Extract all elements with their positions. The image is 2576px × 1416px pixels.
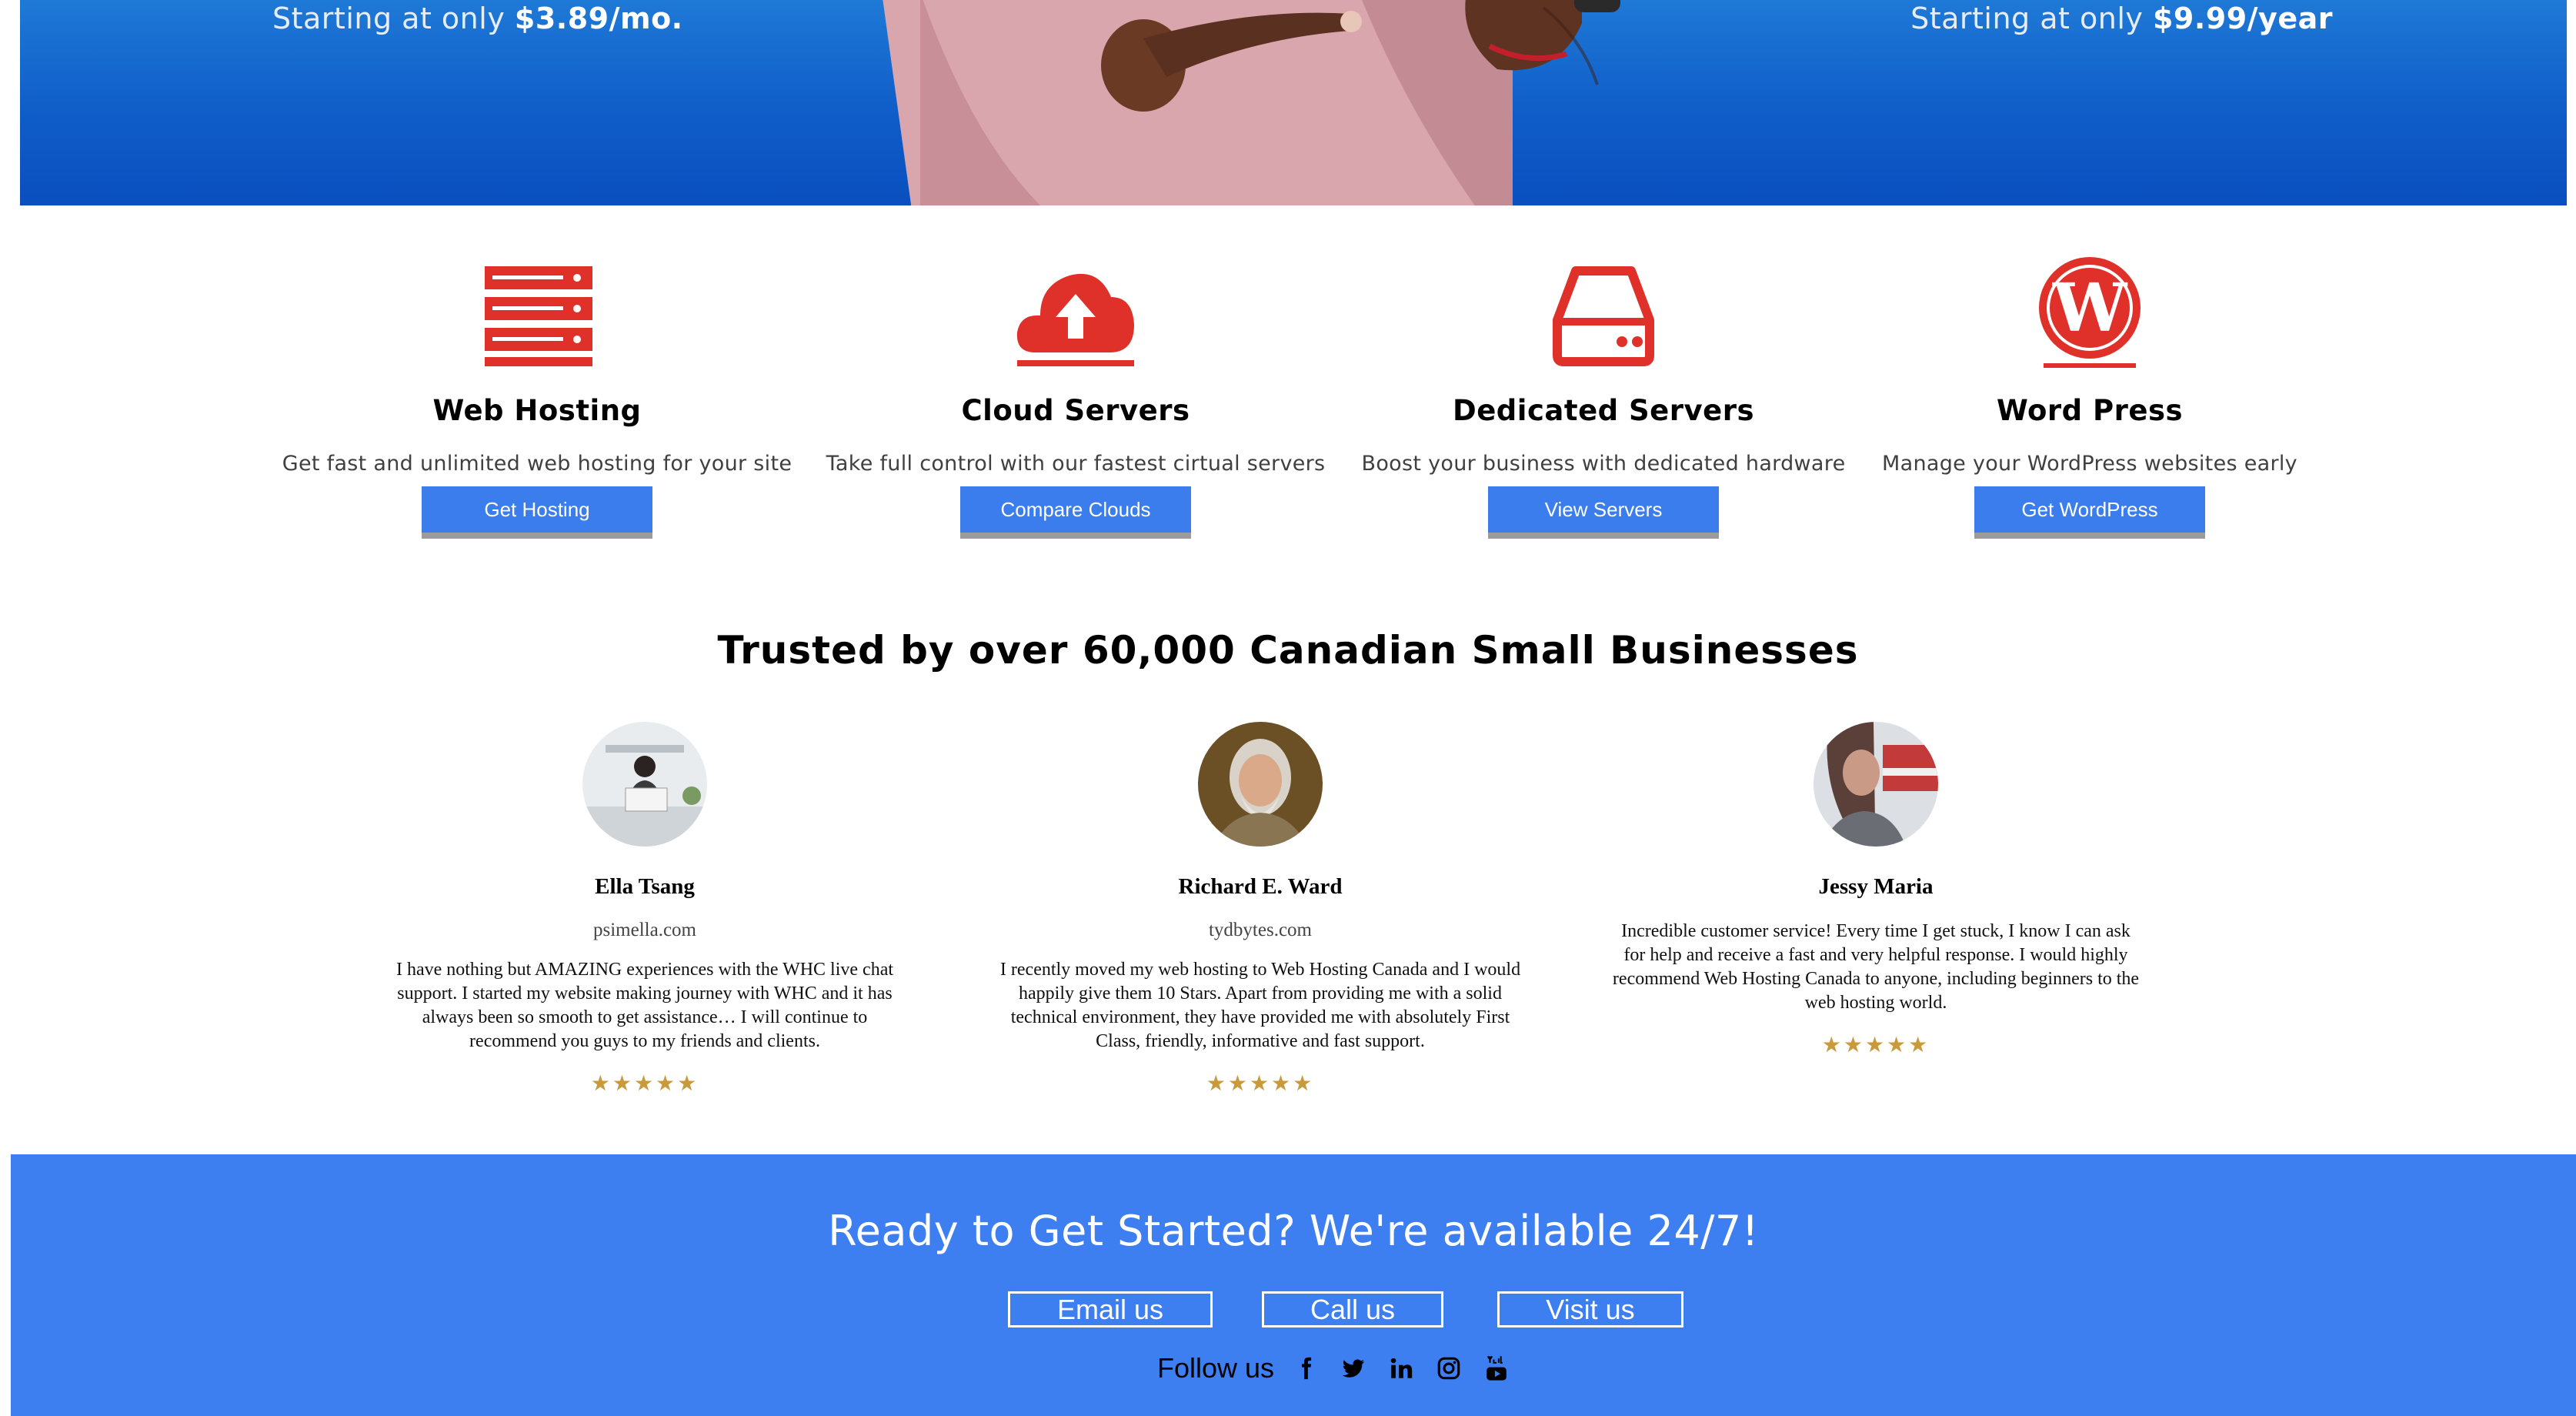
testimonial-quote: I have nothing but AMAZING experiences w… [395,960,894,1051]
testimonial-site: tydbytes.com [1208,920,1312,940]
hero-promo-left: Starting at only $3.89/mo. [272,2,683,35]
trusted-heading: Trusted by over 60,000 Canadian Small Bu… [717,628,1859,673]
testimonial-card: Richard E. Ward tydbytes.com I recently … [991,722,1530,1097]
twitter-icon[interactable] [1337,1353,1370,1384]
hero-promo-right: Starting at only $9.99/year [1910,2,2333,35]
view-servers-button[interactable]: View Servers [1488,486,1719,539]
facebook-icon[interactable] [1290,1353,1322,1384]
avatar [582,722,707,847]
svg-text:W: W [2052,269,2128,347]
hero-person-image [883,0,1620,205]
service-title: Word Press [1996,394,2184,427]
visit-us-button[interactable]: Visit us [1497,1291,1683,1328]
hero-banner: Starting at only $3.89/mo. Starting at o… [20,0,2567,205]
testimonial-quote: Incredible customer service! Every time … [1612,921,2140,1013]
hard-drive-icon [1553,266,1654,366]
testimonial-card: Ella Tsang psimella.com I have nothing b… [375,722,914,1097]
service-cloud-servers: Cloud Servers Take full control with our… [783,254,1368,539]
service-title: Web Hosting [432,394,642,427]
follow-us-row: Follow us [1157,1352,1513,1384]
wordpress-icon: W [2039,257,2141,368]
promo-right-price: $9.99/year [2152,2,2333,35]
email-us-button[interactable]: Email us [1008,1291,1213,1328]
compare-clouds-button[interactable]: Compare Clouds [960,486,1191,539]
cta-section: Ready to Get Started? We're available 24… [11,1154,2576,1416]
star-rating: ★★★★★ [1206,1072,1315,1096]
star-rating: ★★★★★ [590,1072,699,1096]
star-rating: ★★★★★ [1821,1034,1930,1057]
follow-us-label: Follow us [1157,1352,1275,1384]
service-title: Cloud Servers [961,394,1190,427]
promo-left-prefix: Starting at only [272,2,515,35]
instagram-icon[interactable] [1433,1353,1465,1384]
promo-left-price: $3.89/mo. [514,2,683,35]
testimonial-card: Jessy Maria Incredible customer service!… [1607,722,2145,1058]
service-description: Get fast and unlimited web hosting for y… [282,452,792,476]
avatar [1198,722,1323,847]
testimonial-site: psimella.com [593,920,696,940]
get-wordpress-button[interactable]: Get WordPress [1974,486,2205,539]
call-us-button[interactable]: Call us [1262,1291,1443,1328]
avatar [1814,722,1938,847]
promo-right-prefix: Starting at only [1910,2,2153,35]
service-description: Take full control with our fastest cirtu… [826,452,1326,476]
cta-title: Ready to Get Started? We're available 24… [828,1207,1759,1255]
testimonial-name: Jessy Maria [1818,874,1934,899]
linkedin-icon[interactable] [1385,1353,1417,1384]
cloud-upload-icon [1016,273,1134,366]
service-description: Manage your WordPress websites early [1882,452,2297,476]
testimonial-name: Richard E. Ward [1178,874,1343,899]
service-wordpress: W Word Press Manage your WordPress websi… [1797,254,2382,539]
testimonial-quote: I recently moved my web hosting to Web H… [999,960,1521,1051]
server-rack-icon [485,266,592,366]
testimonial-name: Ella Tsang [595,874,695,899]
service-web-hosting: Web Hosting Get fast and unlimited web h… [245,254,829,539]
youtube-icon[interactable] [1480,1353,1513,1384]
get-hosting-button[interactable]: Get Hosting [422,486,652,539]
